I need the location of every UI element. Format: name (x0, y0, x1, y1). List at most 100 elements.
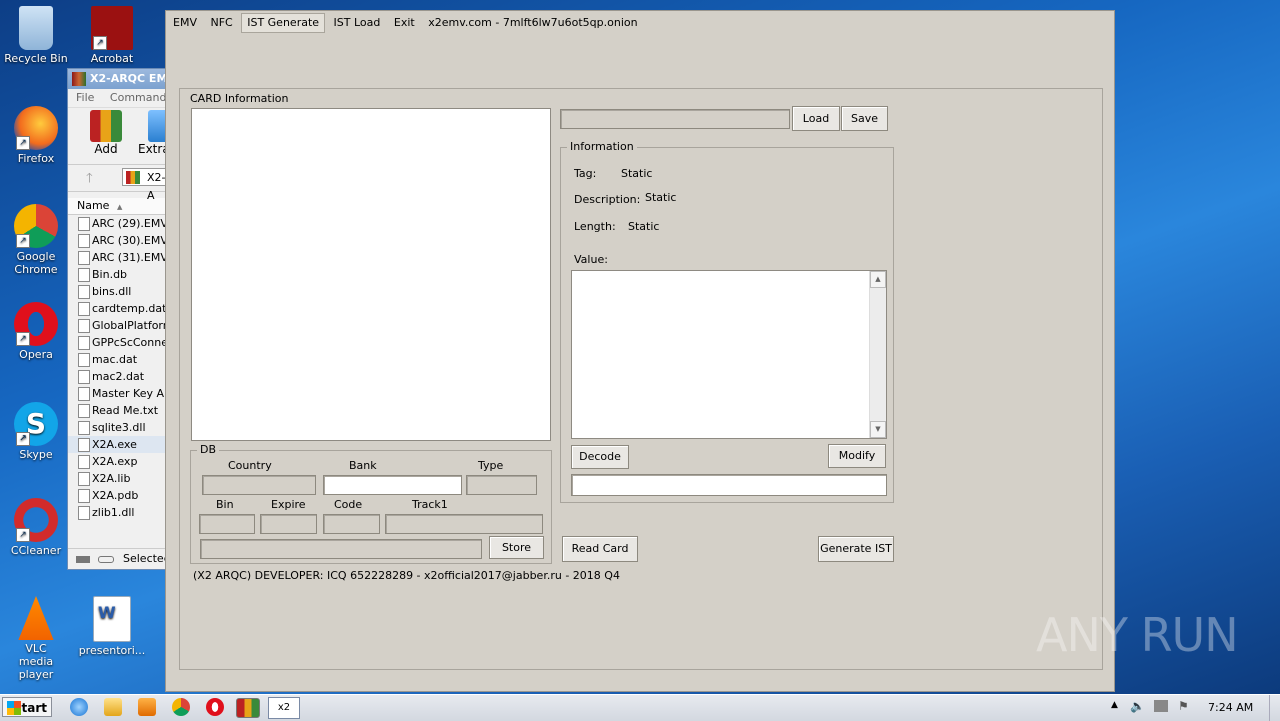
menu-exit[interactable]: Exit (389, 14, 420, 32)
media-player-icon[interactable] (138, 698, 156, 716)
firefox-icon: ↗ (14, 106, 58, 150)
card-information-textarea[interactable] (191, 108, 551, 441)
winrar-taskbar-icon[interactable] (236, 698, 260, 718)
file-list-item[interactable]: sqlite3.dll (68, 419, 168, 436)
task-x2[interactable]: x2 (268, 697, 300, 719)
file-name: Read Me.txt (92, 404, 159, 417)
winrar-menu-commands[interactable]: Commands (110, 91, 172, 104)
file-list-item[interactable]: Master Key Alg (68, 385, 168, 402)
store-button[interactable]: Store (489, 536, 544, 559)
winrar-menu-file[interactable]: File (76, 91, 94, 104)
bank-field[interactable] (323, 475, 462, 495)
file-name: Master Key Alg (92, 387, 168, 400)
desktop-icon-document[interactable]: W presentori... (77, 596, 147, 657)
decode-output-field[interactable] (571, 474, 887, 496)
value-scrollbar[interactable]: ▲ ▼ (869, 271, 886, 438)
word-document-icon: W (93, 596, 131, 642)
chrome-taskbar-icon[interactable] (172, 698, 190, 716)
file-path-field[interactable] (560, 109, 790, 129)
type-field[interactable] (466, 475, 537, 495)
desktop-icon-skype[interactable]: S ↗ Skype (1, 402, 71, 461)
file-icon (78, 234, 90, 248)
file-icon (78, 438, 90, 452)
file-list-item[interactable]: bins.dll (68, 283, 168, 300)
recycle-bin-icon (19, 6, 53, 50)
load-button[interactable]: Load (792, 106, 840, 131)
opera-taskbar-icon[interactable] (206, 698, 224, 716)
read-card-button[interactable]: Read Card (562, 536, 638, 562)
menu-ist-load[interactable]: IST Load (329, 14, 386, 32)
code-field[interactable] (323, 514, 380, 534)
menu-ist-generate[interactable]: IST Generate (241, 13, 326, 33)
vlc-icon (18, 596, 54, 640)
file-icon (78, 268, 90, 282)
file-name: cardtemp.dat (92, 302, 167, 315)
description-label: Description: (574, 193, 641, 206)
tray-expand-icon[interactable]: ▲ (1111, 700, 1118, 710)
file-icon (78, 336, 90, 350)
file-list-item[interactable]: Read Me.txt (68, 402, 168, 419)
desktop-icon-acrobat[interactable]: ↗ Acrobat (77, 6, 147, 65)
action-center-flag-icon[interactable]: ⚑ (1178, 699, 1189, 713)
winrar-title-bar[interactable]: X2-ARQC EMV (68, 69, 168, 89)
volume-icon[interactable]: 🔈 (1130, 699, 1145, 713)
add-archive-icon (90, 110, 122, 142)
explorer-icon[interactable] (104, 698, 122, 716)
modify-button[interactable]: Modify (828, 444, 886, 468)
scroll-up-icon[interactable]: ▲ (870, 271, 886, 288)
desktop-icon-vlc[interactable]: VLC media player (1, 596, 71, 681)
file-list-item[interactable]: X2A.exe (68, 436, 168, 453)
bin-field[interactable] (199, 514, 255, 534)
menu-emv[interactable]: EMV (168, 14, 202, 32)
file-icon (78, 370, 90, 384)
decode-button[interactable]: Decode (571, 445, 629, 469)
file-list-item[interactable]: X2A.pdb (68, 487, 168, 504)
show-desktop-button[interactable] (1269, 695, 1280, 721)
expire-field[interactable] (260, 514, 317, 534)
developer-footer: (X2 ARQC) DEVELOPER: ICQ 652228289 - x2o… (193, 569, 620, 582)
network-icon[interactable] (1154, 700, 1168, 712)
ie-icon[interactable] (70, 698, 88, 716)
desktop-icon-recycle-bin[interactable]: Recycle Bin (1, 6, 71, 65)
desktop-icon-chrome[interactable]: ↗ Google Chrome (1, 204, 71, 276)
file-list-item[interactable]: X2A.lib (68, 470, 168, 487)
x2-arqc-window[interactable]: EMV NFC IST Generate IST Load Exit x2emv… (165, 10, 1115, 692)
file-list-item[interactable]: zlib1.dll (68, 504, 168, 521)
anyrun-watermark: ANY RUN (1036, 608, 1239, 662)
start-button[interactable]: Start (2, 697, 52, 717)
opera-icon: ↗ (14, 302, 58, 346)
menu-site-link[interactable]: x2emv.com - 7mlft6lw7u6ot5qp.onion (423, 14, 642, 32)
menu-nfc[interactable]: NFC (205, 14, 237, 32)
desktop-icon-firefox[interactable]: ↗ Firefox (1, 106, 71, 165)
file-list-item[interactable]: mac2.dat (68, 368, 168, 385)
winrar-window[interactable]: X2-ARQC EMV File Commands Add Extra 🡑 X2… (67, 68, 181, 570)
file-list-item[interactable]: ARC (31).EMV (68, 249, 168, 266)
save-button[interactable]: Save (841, 106, 888, 131)
desktop-icon-ccleaner[interactable]: ↗ CCleaner (1, 498, 71, 557)
file-list-item[interactable]: cardtemp.dat (68, 300, 168, 317)
expire-label: Expire (271, 498, 306, 511)
file-list-item[interactable]: X2A.exp (68, 453, 168, 470)
file-name: zlib1.dll (92, 506, 135, 519)
track1-label: Track1 (412, 498, 448, 511)
country-field[interactable] (202, 475, 316, 495)
up-arrow-icon[interactable]: 🡑 (86, 169, 93, 191)
scroll-down-icon[interactable]: ▼ (870, 421, 886, 438)
clock[interactable]: 7:24 AM (1208, 701, 1253, 714)
file-list-item[interactable]: Bin.db (68, 266, 168, 283)
file-list-item[interactable]: GlobalPlatform. (68, 317, 168, 334)
add-button[interactable]: Add (84, 110, 128, 156)
desktop-icon-opera[interactable]: ↗ Opera (1, 302, 71, 361)
track1-field[interactable] (385, 514, 543, 534)
file-name: Bin.db (92, 268, 128, 281)
db-output-field[interactable] (200, 539, 482, 559)
file-icon (78, 387, 90, 401)
file-list-item[interactable]: ARC (29).EMV (68, 215, 168, 232)
file-list-item[interactable]: mac.dat (68, 351, 168, 368)
file-name: sqlite3.dll (92, 421, 146, 434)
file-list-item[interactable]: ARC (30).EMV (68, 232, 168, 249)
value-textarea[interactable]: ▲ ▼ (571, 270, 887, 439)
generate-ist-button[interactable]: Generate IST (818, 536, 894, 562)
file-list-item[interactable]: GPPcScConnec (68, 334, 168, 351)
information-legend: Information (567, 140, 637, 153)
